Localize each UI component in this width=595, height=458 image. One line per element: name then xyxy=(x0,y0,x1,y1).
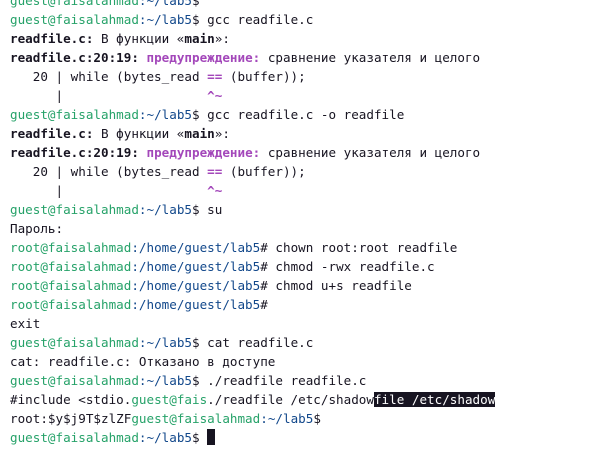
prompt-dir: :~/lab5 xyxy=(138,107,192,122)
prompt-dir: :/home/guest/lab5 xyxy=(131,297,261,312)
command-text: chown root:root readfile xyxy=(267,240,458,255)
prompt-dir: :~/lab5 xyxy=(138,373,192,388)
prompt-sign: # xyxy=(260,297,268,312)
prompt-root-host: root@faisalahmad xyxy=(10,297,132,312)
prompt-sign: $ xyxy=(191,430,200,445)
prompt-sign: $ xyxy=(191,202,200,217)
prompt-user-host: guest@faisalahmad xyxy=(10,0,139,8)
prompt-dir: :~/lab5 xyxy=(138,202,192,217)
command-text: su xyxy=(199,202,223,217)
prompt-root-host: root@faisalahmad xyxy=(10,240,132,255)
exit-output: exit xyxy=(10,316,41,331)
prompt-sign: # xyxy=(260,240,268,255)
prompt-sign: $ xyxy=(191,335,200,350)
prompt-dir: :/home/guest/lab5 xyxy=(131,259,261,274)
terminal-line: guest@faisalahmad:~/lab5$ gcc readfile.c… xyxy=(10,105,595,124)
prompt-sign: # xyxy=(260,259,268,274)
prompt-sign: $ xyxy=(191,107,200,122)
prompt-user-host: guest@faisalahmad xyxy=(131,411,261,426)
program-output: #include <stdio.guest@fais./readfile /et… xyxy=(10,392,496,407)
prompt-dir: :~/lab5 xyxy=(138,335,192,350)
compiler-message: readfile.c: В функции «main»: xyxy=(10,126,230,141)
prompt-dir: :~/lab5 xyxy=(260,411,314,426)
compiler-code-line: 20 | while (bytes_read == (buffer)); xyxy=(10,69,306,84)
prompt-dir: :~/lab5 xyxy=(138,430,192,445)
terminal-line: guest@faisalahmad:~/lab5$ gcc readfile.c xyxy=(10,10,595,29)
command-text: chmod -rwx readfile.c xyxy=(267,259,435,274)
terminal-line: guest@faisalahmad:~/lab5$ xyxy=(10,0,595,10)
prompt-dir: :/home/guest/lab5 xyxy=(131,278,261,293)
command-text: chmod u+s readfile xyxy=(267,278,412,293)
terminal-window[interactable]: guest@faisalahmad:~/lab5$ guest@faisalah… xyxy=(10,0,595,447)
terminal-line: root@faisalahmad:/home/guest/lab5# chmod… xyxy=(10,276,595,295)
prompt-colon-dir: :~/lab5 xyxy=(138,0,192,8)
prompt-root-host: root@faisalahmad xyxy=(10,278,132,293)
prompt-sign: $ xyxy=(191,12,200,27)
compiler-code-line: 20 | while (bytes_read == (buffer)); xyxy=(10,164,306,179)
terminal-line: root@faisalahmad:/home/guest/lab5# xyxy=(10,295,595,314)
warning-label: предупреждение: xyxy=(146,50,261,65)
text-cursor[interactable] xyxy=(207,429,216,445)
compiler-warning: readfile.c:20:19: предупреждение: сравне… xyxy=(10,50,481,65)
prompt-sign: $ xyxy=(191,373,200,388)
prompt-user-host: guest@faisalahmad xyxy=(10,12,139,27)
terminal-line: root@faisalahmad:/home/guest/lab5# chown… xyxy=(10,238,595,257)
compiler-warning: readfile.c:20:19: предупреждение: сравне… xyxy=(10,145,481,160)
prompt-user-host: guest@faisalahmad xyxy=(10,202,139,217)
command-text: ./readfile readfile.c xyxy=(199,373,367,388)
prompt-user-host: guest@faisalahmad xyxy=(10,430,139,445)
terminal-line-active[interactable]: guest@faisalahmad:~/lab5$ xyxy=(10,428,595,447)
prompt-dir: :/home/guest/lab5 xyxy=(131,240,261,255)
prompt-user-host: guest@faisalahmad xyxy=(10,107,139,122)
command-text: cat readfile.c xyxy=(199,335,314,350)
password-prompt: Пароль: xyxy=(10,221,64,236)
cat-error-output: cat: readfile.c: Отказано в доступе xyxy=(10,354,276,369)
command-text: gcc readfile.c -o readfile xyxy=(199,107,405,122)
terminal-line: guest@faisalahmad:~/lab5$ ./readfile rea… xyxy=(10,371,595,390)
prompt-dir: :~/lab5 xyxy=(138,12,192,27)
prompt-sign: $ xyxy=(313,411,321,426)
command-text: gcc readfile.c xyxy=(199,12,314,27)
terminal-line: guest@faisalahmad:~/lab5$ cat readfile.c xyxy=(10,333,595,352)
prompt-sign: # xyxy=(260,278,268,293)
compiler-message: readfile.c: В функции «main»: xyxy=(10,31,230,46)
selected-text: file /etc/shadow xyxy=(373,392,496,407)
prompt-user-host: guest@faisalahmad xyxy=(10,335,139,350)
compiler-marker-line: | ^~ xyxy=(10,88,223,103)
terminal-line: root@faisalahmad:/home/guest/lab5# chmod… xyxy=(10,257,595,276)
prompt-root-host: root@faisalahmad xyxy=(10,259,132,274)
terminal-line: guest@faisalahmad:~/lab5$ su xyxy=(10,200,595,219)
prompt-sign: $ xyxy=(191,0,200,8)
program-output: root:$y$j9T$zlZFguest@faisalahmad:~/lab5… xyxy=(10,411,321,426)
compiler-marker-line: | ^~ xyxy=(10,183,223,198)
prompt-user-host: guest@faisalahmad xyxy=(10,373,139,388)
warning-label: предупреждение: xyxy=(146,145,261,160)
